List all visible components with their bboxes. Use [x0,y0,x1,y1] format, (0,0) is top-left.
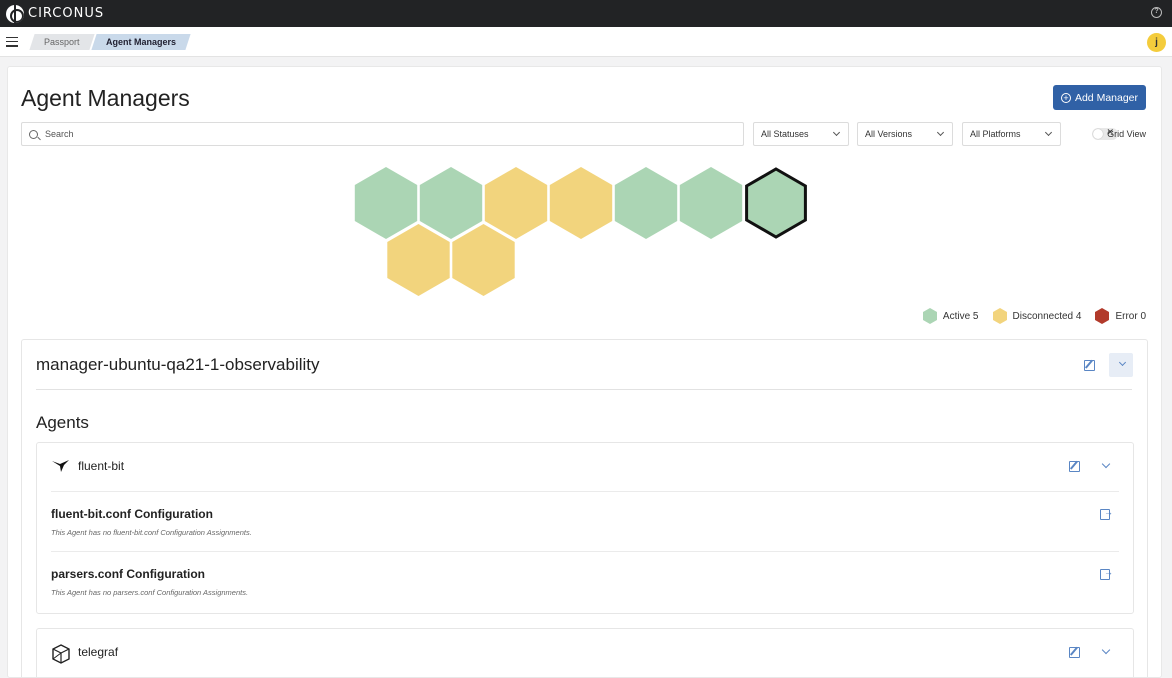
agent-card-telegraf: telegraf [36,628,1134,677]
divider [51,551,1119,552]
manager-hex-tile-active[interactable] [354,167,418,239]
breadcrumb: Passport Agent Managers [29,33,191,50]
assign-config-icon[interactable] [1100,507,1113,520]
collapse-manager-button[interactable] [1109,353,1133,377]
assign-config-icon[interactable] [1100,567,1113,580]
hamburger-menu-icon[interactable] [6,36,18,47]
chevron-down-icon [936,128,945,137]
legend-disconnected: Disconnected 4 [992,308,1082,324]
chevron-down-icon [1044,128,1053,137]
circonus-logo[interactable]: CIRCONUS [6,4,105,23]
agents-heading: Agents [36,413,89,432]
search-input[interactable] [45,129,725,139]
breadcrumb-bar: Passport Agent Managers j [0,27,1172,57]
manager-hex-tile-disconnected[interactable] [484,167,548,239]
page-title: Agent Managers [21,85,190,111]
legend-active: Active 5 [922,308,979,324]
chevron-down-icon[interactable] [1101,459,1111,469]
platform-filter-select[interactable]: All Platforms [962,122,1061,146]
toggle-knob [1093,129,1103,139]
manager-hex-tile-active[interactable] [679,167,743,239]
plus-circle-icon: + [1060,92,1071,103]
error-hex-icon [1095,308,1110,324]
add-manager-label: Add Manager [1074,91,1139,104]
chevron-down-icon [1118,358,1127,367]
edit-agent-icon[interactable] [1069,647,1080,658]
agent-name: fluent-bit [78,459,125,473]
manager-hex-tile-disconnected[interactable] [452,224,515,296]
manager-panel: manager-ubuntu-qa21-1-observability Agen… [21,339,1148,677]
help-icon[interactable]: ? [1151,7,1162,18]
status-legend: Active 5 Disconnected 4 Error 0 [909,308,1146,324]
top-bar: CIRCONUS ? [0,0,1172,27]
breadcrumb-agent-managers[interactable]: Agent Managers [90,33,191,50]
main-content: Agent Managers + Add Manager All Statuse… [7,66,1162,678]
config-title: fluent-bit.conf Configuration [51,507,213,521]
search-icon [29,129,38,139]
config-note: This Agent has no fluent-bit.conf Config… [51,528,252,537]
status-filter-value: All Statuses [761,129,809,139]
agent-card-fluent-bit: fluent-bit fluent-bit.conf Configuration… [36,442,1134,614]
legend-error-label: Error 0 [1115,310,1146,322]
manager-hex-tile-active-selected[interactable] [745,167,807,239]
search-box [21,122,744,146]
circonus-logo-icon [6,4,24,23]
breadcrumb-passport[interactable]: Passport [29,33,95,50]
config-note: This Agent has no parsers.conf Configura… [51,588,249,597]
fluent-bit-bird-icon [52,460,69,472]
active-hex-icon [922,308,937,324]
grid-view-label: Grid View [1107,129,1146,139]
version-filter-value: All Versions [865,129,913,139]
legend-disconnected-label: Disconnected 4 [1012,310,1082,322]
version-filter-select[interactable]: All Versions [857,122,953,146]
divider [36,389,1132,390]
disconnected-hex-icon [992,308,1007,324]
status-filter-select[interactable]: All Statuses [753,122,849,146]
agent-name: telegraf [78,645,119,659]
brand-name: CIRCONUS [28,6,105,21]
manager-hex-tile-active[interactable] [419,167,483,239]
platform-filter-value: All Platforms [970,129,1021,139]
user-avatar[interactable]: j [1147,33,1166,52]
manager-hex-tile-disconnected[interactable] [549,167,613,239]
edit-manager-icon[interactable] [1084,360,1095,371]
add-manager-button[interactable]: + Add Manager [1053,85,1146,110]
telegraf-icon [52,644,70,664]
manager-hex-tile-disconnected[interactable] [387,224,450,296]
legend-error: Error 0 [1095,308,1146,324]
edit-agent-icon[interactable] [1069,461,1080,472]
legend-active-label: Active 5 [942,310,979,322]
manager-name: manager-ubuntu-qa21-1-observability [36,355,320,374]
chevron-down-icon[interactable] [1101,645,1111,655]
divider [51,491,1119,492]
config-title: parsers.conf Configuration [51,567,206,581]
manager-hex-tile-active[interactable] [614,167,678,239]
chevron-down-icon [832,128,841,137]
